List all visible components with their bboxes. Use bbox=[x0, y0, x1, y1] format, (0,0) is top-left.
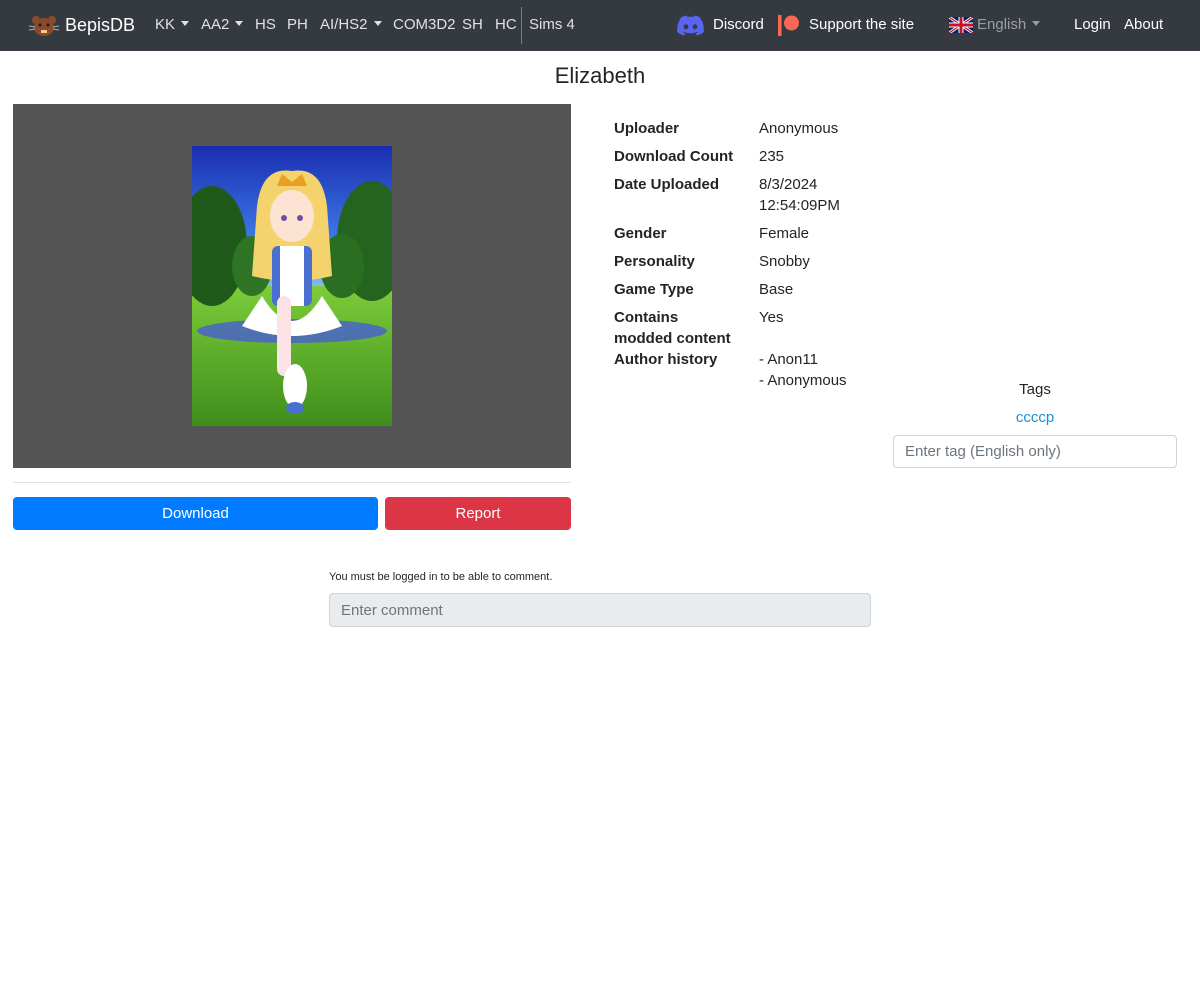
nav-hs-link[interactable]: HS bbox=[255, 15, 276, 35]
date-uploaded-label: Date Uploaded bbox=[614, 176, 720, 193]
tag-input[interactable] bbox=[893, 435, 1177, 468]
author-history-entry: - Anon11 bbox=[759, 351, 818, 368]
nav-ph-link[interactable]: PH bbox=[287, 15, 308, 35]
brand-name: BepisDB bbox=[65, 15, 136, 35]
uploader-label: Uploader bbox=[614, 120, 680, 137]
game-type-label: Game Type bbox=[614, 281, 694, 298]
card-title: Elizabeth bbox=[554, 63, 646, 88]
patreon-icon[interactable] bbox=[778, 15, 800, 36]
nav-hc-link[interactable]: HC bbox=[495, 15, 517, 35]
nav-kk-label: KK bbox=[155, 16, 176, 33]
nav-support-link[interactable]: Support the site bbox=[809, 15, 914, 35]
report-button[interactable]: Report bbox=[385, 497, 571, 530]
uploader-value: Anonymous bbox=[759, 120, 839, 137]
divider-line bbox=[13, 482, 571, 483]
tag-link[interactable]: ccccp bbox=[893, 408, 1177, 428]
author-history-entry: - Anonymous bbox=[759, 372, 847, 389]
date-uploaded-time: 12:54:09PM bbox=[759, 197, 840, 214]
nav-about-link[interactable]: About bbox=[1124, 15, 1163, 35]
gender-value: Female bbox=[759, 225, 810, 242]
download-button[interactable]: Download bbox=[13, 497, 378, 530]
card-preview-image[interactable] bbox=[192, 146, 392, 426]
modded-content-label-line2: modded content bbox=[614, 330, 731, 347]
comment-input[interactable] bbox=[329, 593, 871, 627]
gender-label: Gender bbox=[614, 225, 667, 242]
uk-flag-icon bbox=[949, 17, 973, 33]
nav-com3d2-link[interactable]: COM3D2 bbox=[393, 15, 456, 35]
download-count-value: 235 bbox=[759, 148, 785, 165]
download-count-label: Download Count bbox=[614, 148, 734, 165]
discord-icon[interactable] bbox=[677, 15, 704, 36]
nav-divider bbox=[521, 7, 522, 44]
bepisdb-logo-icon bbox=[29, 15, 59, 36]
caret-down-icon bbox=[1032, 21, 1041, 26]
tags-heading: Tags bbox=[1019, 381, 1051, 398]
nav-kk-dropdown[interactable]: KK bbox=[155, 15, 190, 35]
comment-login-note: You must be logged in to be able to comm… bbox=[329, 571, 553, 583]
nav-login-link[interactable]: Login bbox=[1074, 15, 1111, 35]
nav-aa2-label: AA2 bbox=[201, 16, 230, 33]
caret-down-icon bbox=[235, 21, 244, 26]
caret-down-icon bbox=[181, 21, 190, 26]
personality-label: Personality bbox=[614, 253, 695, 270]
game-type-value: Base bbox=[759, 281, 794, 298]
nav-ai-hs2-dropdown[interactable]: AI/HS2 bbox=[320, 15, 382, 35]
nav-discord-link[interactable]: Discord bbox=[713, 15, 764, 35]
top-navbar: BepisDB KK AA2 HS PH AI/HS2 COM3D2 SH HC… bbox=[0, 0, 1200, 51]
nav-aa2-dropdown[interactable]: AA2 bbox=[201, 15, 244, 35]
brand-link[interactable]: BepisDB bbox=[29, 12, 135, 39]
date-uploaded-date: 8/3/2024 bbox=[759, 176, 818, 193]
modded-content-label-line1: Contains bbox=[614, 309, 679, 326]
author-history-label: Author history bbox=[614, 351, 718, 368]
nav-sims4-link[interactable]: Sims 4 bbox=[529, 15, 575, 35]
nav-sh-link[interactable]: SH bbox=[462, 15, 483, 35]
personality-value: Snobby bbox=[759, 253, 810, 270]
language-dropdown[interactable]: English bbox=[977, 15, 1041, 35]
card-preview-container bbox=[13, 104, 571, 468]
caret-down-icon bbox=[373, 21, 382, 26]
nav-ai-hs2-label: AI/HS2 bbox=[320, 16, 368, 33]
language-label: English bbox=[977, 16, 1027, 33]
modded-content-value: Yes bbox=[759, 309, 784, 326]
